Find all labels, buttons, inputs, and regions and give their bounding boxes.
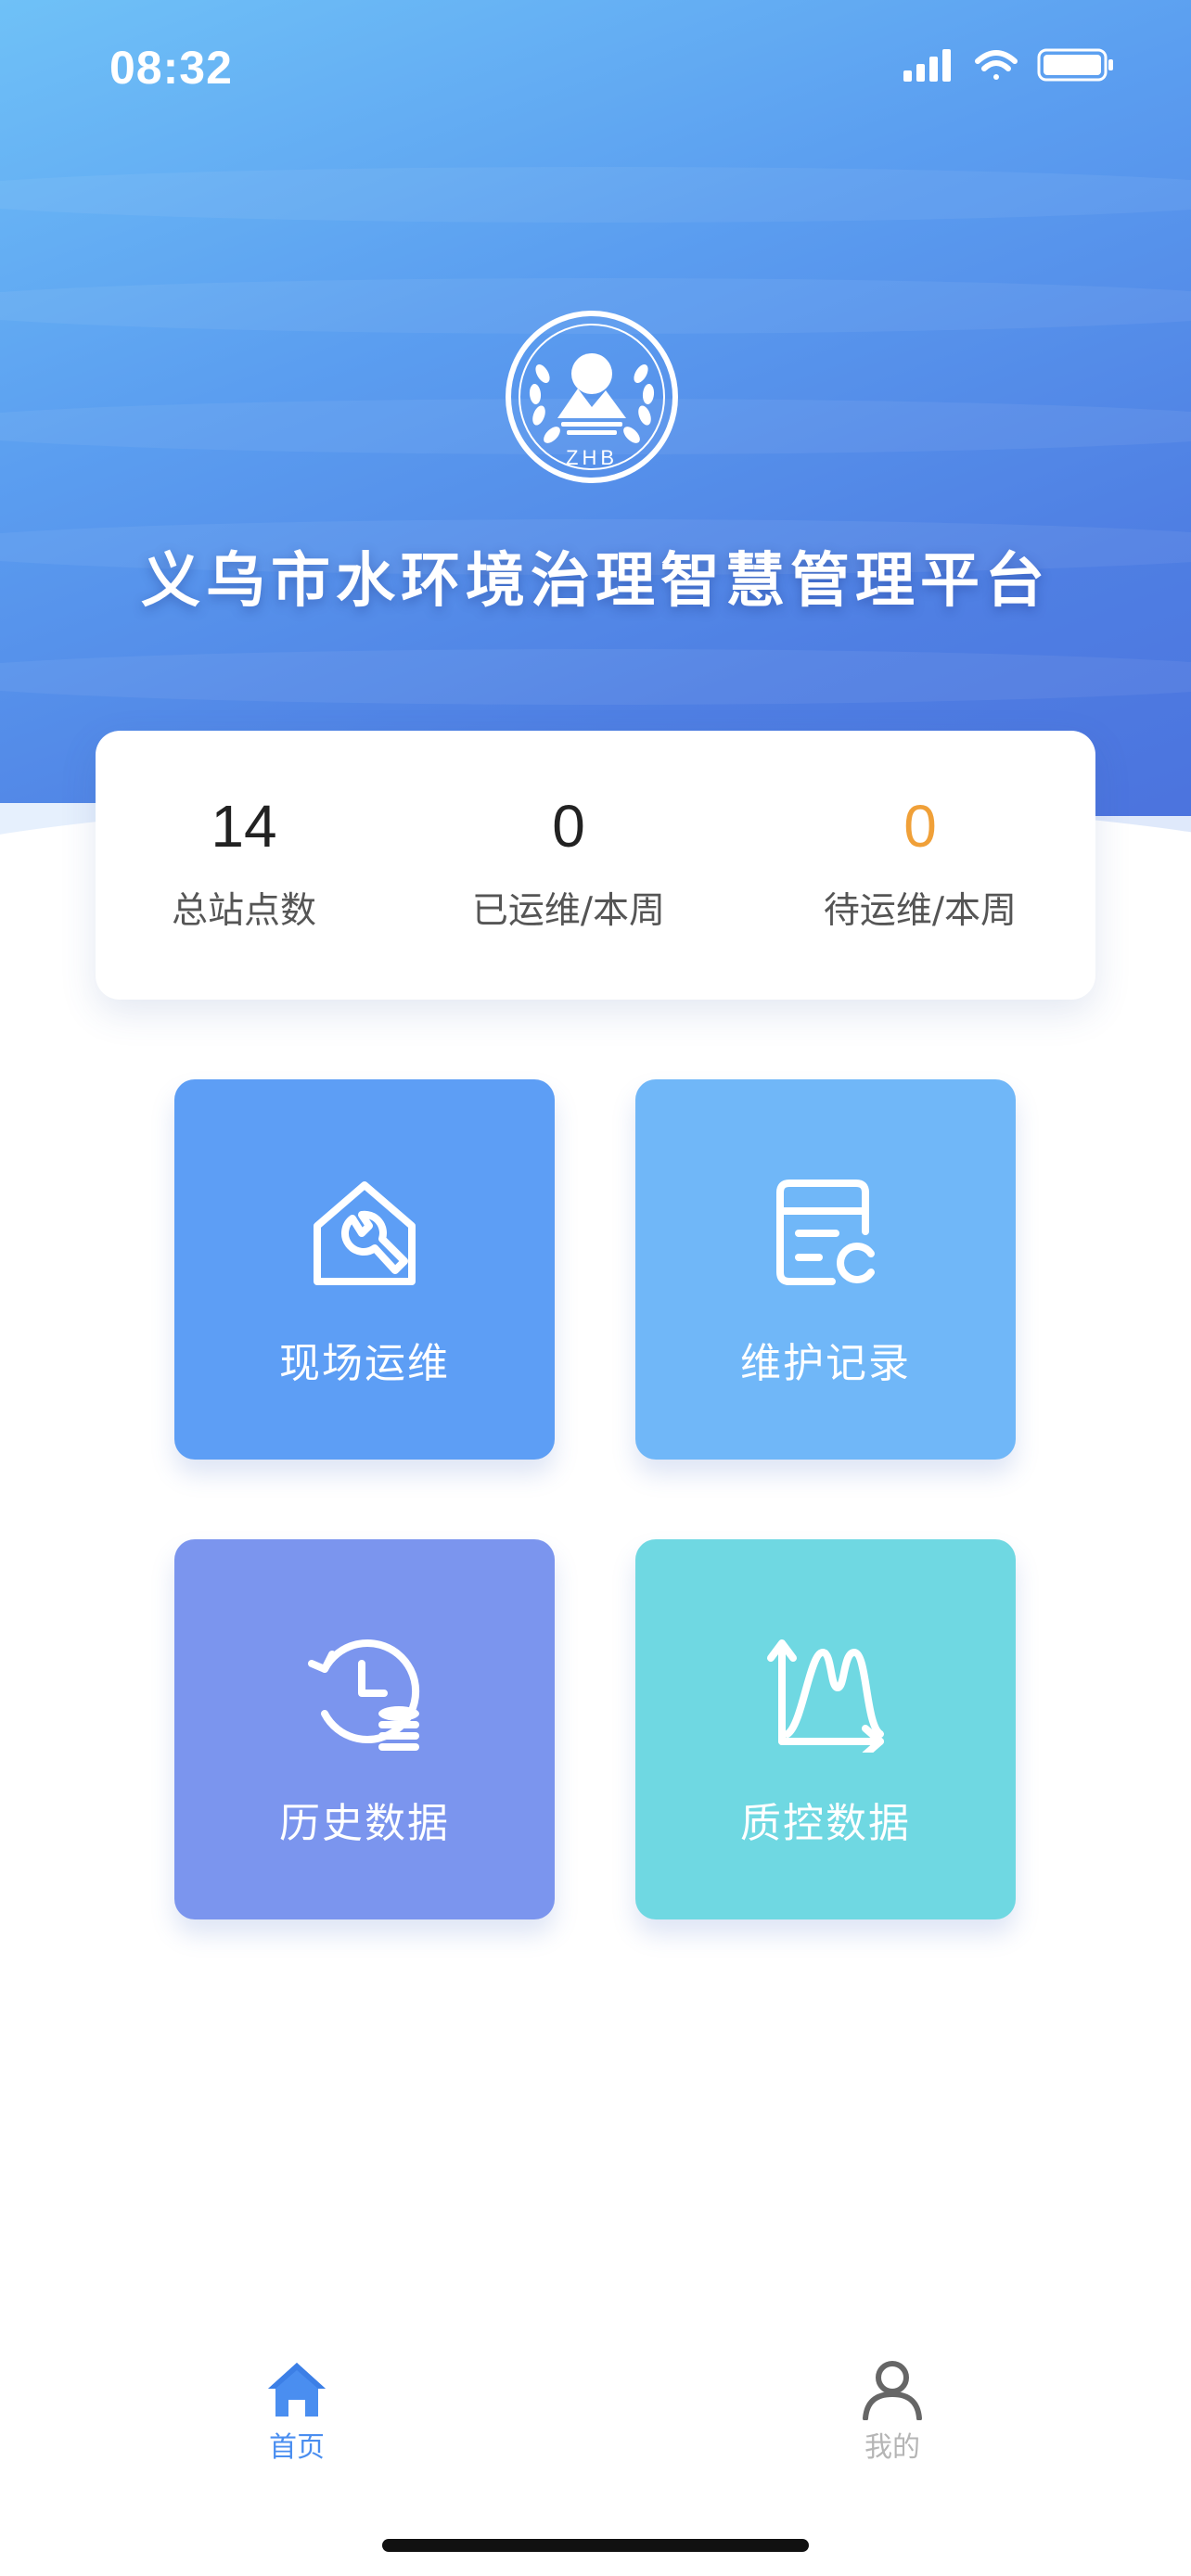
- status-time: 08:32: [109, 42, 233, 94]
- tab-mine[interactable]: 我的: [800, 2359, 985, 2465]
- tab-label: 首页: [269, 2431, 325, 2464]
- stat-total-stations[interactable]: 14 总站点数: [96, 731, 392, 1000]
- tile-label: 维护记录: [740, 1340, 911, 1387]
- home-icon: [268, 2363, 326, 2417]
- stat-maintained-week[interactable]: 0 已运维/本周: [392, 731, 745, 1000]
- svg-text:ZHB: ZHB: [566, 446, 618, 469]
- history-database-icon: [308, 1639, 420, 1751]
- tile-maintenance-records[interactable]: 维护记录: [635, 1079, 1016, 1460]
- tile-field-maintenance[interactable]: 现场运维: [174, 1079, 555, 1460]
- house-wrench-icon: [314, 1181, 416, 1285]
- tab-home[interactable]: 首页: [204, 2359, 390, 2465]
- status-icons: [903, 46, 1117, 83]
- wifi-icon: [975, 50, 1018, 80]
- tile-label: 质控数据: [740, 1800, 911, 1847]
- stat-label: 已运维/本周: [471, 890, 666, 932]
- stats-card: 14 总站点数 0 已运维/本周 0 待运维/本周: [96, 731, 1095, 1000]
- status-bar: 08:32: [0, 0, 1191, 130]
- stat-label: 总站点数: [171, 890, 316, 932]
- tile-quality-control-data[interactable]: 质控数据: [635, 1539, 1016, 1919]
- stat-label: 待运维/本周: [823, 890, 1018, 932]
- stat-value: 14: [211, 793, 277, 860]
- app-title: 义乌市水环境治理智慧管理平台: [141, 547, 1050, 616]
- tab-label: 我的: [864, 2431, 920, 2464]
- record-list-icon: [776, 1180, 875, 1285]
- zhb-logo: ZHB: [504, 309, 680, 485]
- stat-value: 0: [552, 793, 585, 860]
- tile-history-data[interactable]: 历史数据: [174, 1539, 555, 1919]
- peak-chart-icon: [767, 1639, 884, 1753]
- stat-value: 0: [903, 793, 937, 860]
- home-indicator[interactable]: [382, 2539, 809, 2552]
- signal-icon: [903, 49, 951, 82]
- tab-bar: 首页 我的: [0, 2337, 1191, 2485]
- tile-label: 现场运维: [279, 1340, 450, 1387]
- user-icon: [863, 2361, 922, 2420]
- stat-pending-week[interactable]: 0 待运维/本周: [745, 731, 1095, 1000]
- tile-label: 历史数据: [279, 1800, 450, 1847]
- battery-icon: [1037, 48, 1113, 82]
